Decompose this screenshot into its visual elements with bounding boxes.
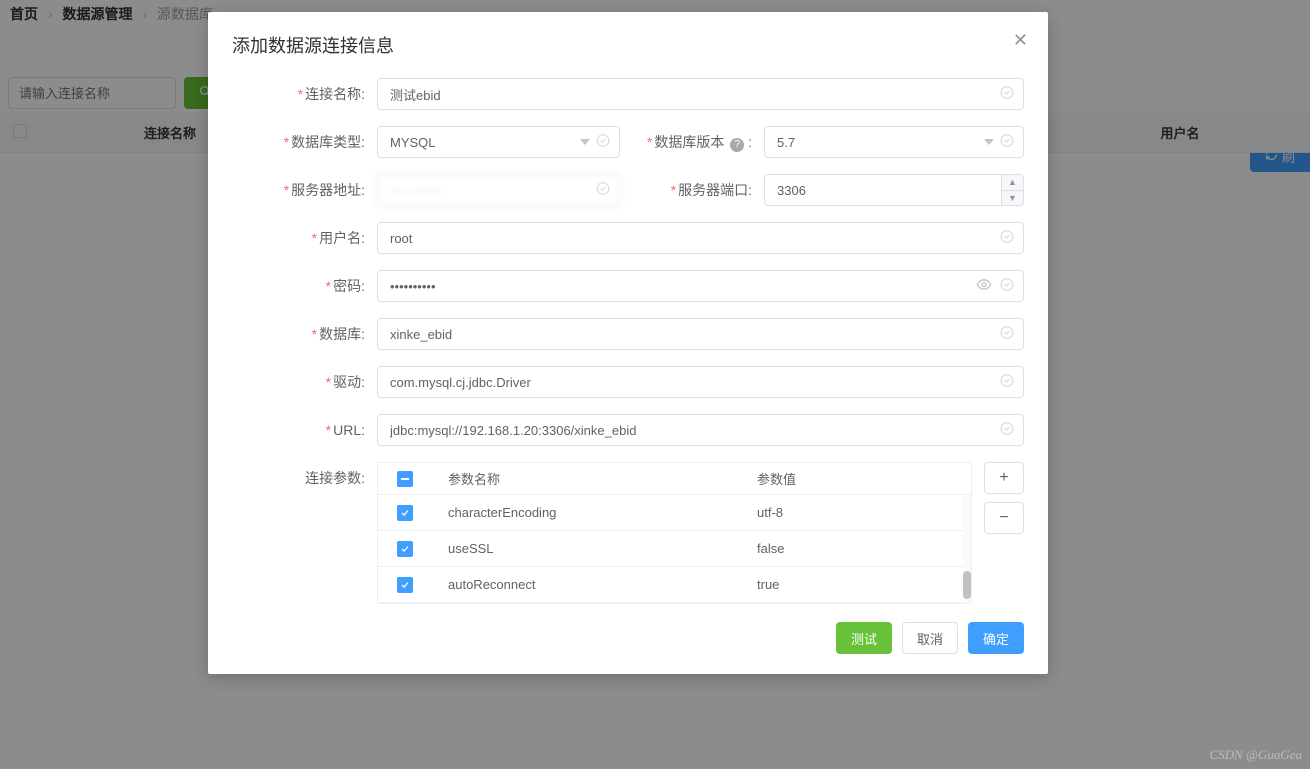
url-input[interactable] <box>377 414 1024 446</box>
stepper-down-icon[interactable]: ▼ <box>1002 191 1023 206</box>
label-db-version: 数据库版本 <box>654 134 724 150</box>
label-server-port: 服务器端口: <box>678 182 752 198</box>
valid-icon <box>1000 278 1014 295</box>
driver-input[interactable] <box>377 366 1024 398</box>
add-datasource-dialog: 添加数据源连接信息 ✕ *连接名称: *数据库类型: *数据库版本 ? : <box>208 12 1048 674</box>
scrollbar-thumb[interactable] <box>963 571 971 599</box>
database-input[interactable] <box>377 318 1024 350</box>
label-username: 用户名: <box>319 230 365 246</box>
server-port-input[interactable] <box>764 174 1024 206</box>
row-checkbox[interactable] <box>397 505 413 521</box>
select-all-params-checkbox[interactable] <box>397 471 413 487</box>
valid-icon <box>596 134 610 151</box>
help-icon[interactable]: ? <box>730 138 744 152</box>
cancel-button[interactable]: 取消 <box>902 622 958 654</box>
chevron-down-icon <box>580 139 590 145</box>
label-password: 密码: <box>333 278 365 294</box>
server-addr-input[interactable] <box>377 174 620 206</box>
label-db-type: 数据库类型: <box>291 134 365 150</box>
valid-icon <box>1000 86 1014 103</box>
chevron-down-icon <box>984 139 994 145</box>
valid-icon <box>1000 374 1014 391</box>
valid-icon <box>1000 230 1014 247</box>
port-stepper[interactable]: ▲ ▼ <box>1001 175 1023 205</box>
password-input[interactable] <box>377 270 1024 302</box>
dialog-title: 添加数据源连接信息 <box>232 32 1024 58</box>
label-database: 数据库: <box>319 326 365 342</box>
label-driver: 驱动: <box>333 374 365 390</box>
valid-icon <box>1000 134 1014 151</box>
close-icon[interactable]: ✕ <box>1013 30 1028 51</box>
table-row[interactable]: characterEncoding utf-8 <box>378 495 971 531</box>
add-param-button[interactable]: + <box>984 462 1024 494</box>
eye-icon[interactable] <box>976 277 992 296</box>
test-button[interactable]: 测试 <box>836 622 892 654</box>
row-checkbox[interactable] <box>397 541 413 557</box>
col-param-value: 参数值 <box>741 469 971 488</box>
row-checkbox[interactable] <box>397 577 413 593</box>
label-conn-name: 连接名称: <box>305 86 365 102</box>
username-input[interactable] <box>377 222 1024 254</box>
confirm-button[interactable]: 确定 <box>968 622 1024 654</box>
conn-name-input[interactable] <box>377 78 1024 110</box>
valid-icon <box>1000 326 1014 343</box>
table-row[interactable]: useSSL false <box>378 531 971 567</box>
remove-param-button[interactable]: − <box>984 502 1024 534</box>
params-table: 参数名称 参数值 characterEncoding utf-8 useSSL … <box>377 462 972 604</box>
label-server-addr: 服务器地址: <box>291 182 365 198</box>
col-param-name: 参数名称 <box>432 469 741 488</box>
stepper-up-icon[interactable]: ▲ <box>1002 175 1023 191</box>
table-row[interactable]: autoReconnect true <box>378 567 971 603</box>
watermark: CSDN @GuaGea <box>1210 747 1303 763</box>
valid-icon <box>596 182 610 199</box>
label-url: URL: <box>333 422 365 438</box>
valid-icon <box>1000 422 1014 439</box>
label-params: 连接参数: <box>305 470 365 486</box>
